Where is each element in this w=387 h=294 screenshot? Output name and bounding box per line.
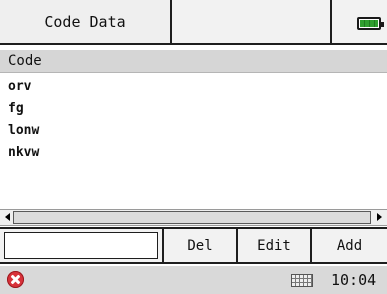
- title-bar: Code Data: [0, 0, 387, 45]
- horizontal-scrollbar[interactable]: [0, 209, 387, 226]
- keyboard-icon[interactable]: [291, 274, 313, 287]
- list-item[interactable]: fg: [0, 98, 387, 120]
- code-list[interactable]: Code orv fg lonw nkvw: [0, 50, 387, 204]
- list-item[interactable]: orv: [0, 76, 387, 98]
- title-bar-spacer: [172, 0, 332, 43]
- battery-icon: [357, 17, 384, 30]
- status-bar: 10:04: [0, 266, 387, 294]
- app-window: Code Data Code orv fg lonw nkvw Del Edit…: [0, 0, 387, 294]
- edit-button[interactable]: Edit: [236, 229, 310, 262]
- list-item[interactable]: lonw: [0, 120, 387, 142]
- close-icon[interactable]: [7, 271, 24, 288]
- add-button[interactable]: Add: [310, 229, 387, 262]
- clock: 10:04: [331, 271, 377, 289]
- column-header-code[interactable]: Code: [0, 50, 387, 73]
- app-title: Code Data: [0, 0, 172, 43]
- battery-terminal: [381, 22, 384, 27]
- del-button[interactable]: Del: [162, 229, 236, 262]
- scroll-left-arrow-icon[interactable]: [5, 213, 10, 221]
- bottom-toolbar: Del Edit Add: [0, 227, 387, 264]
- list-rows: orv fg lonw nkvw: [0, 76, 387, 164]
- scroll-right-arrow-icon[interactable]: [377, 213, 382, 221]
- battery-level: [360, 20, 378, 27]
- list-item[interactable]: nkvw: [0, 142, 387, 164]
- code-input[interactable]: [4, 232, 158, 259]
- scrollbar-thumb[interactable]: [13, 211, 371, 224]
